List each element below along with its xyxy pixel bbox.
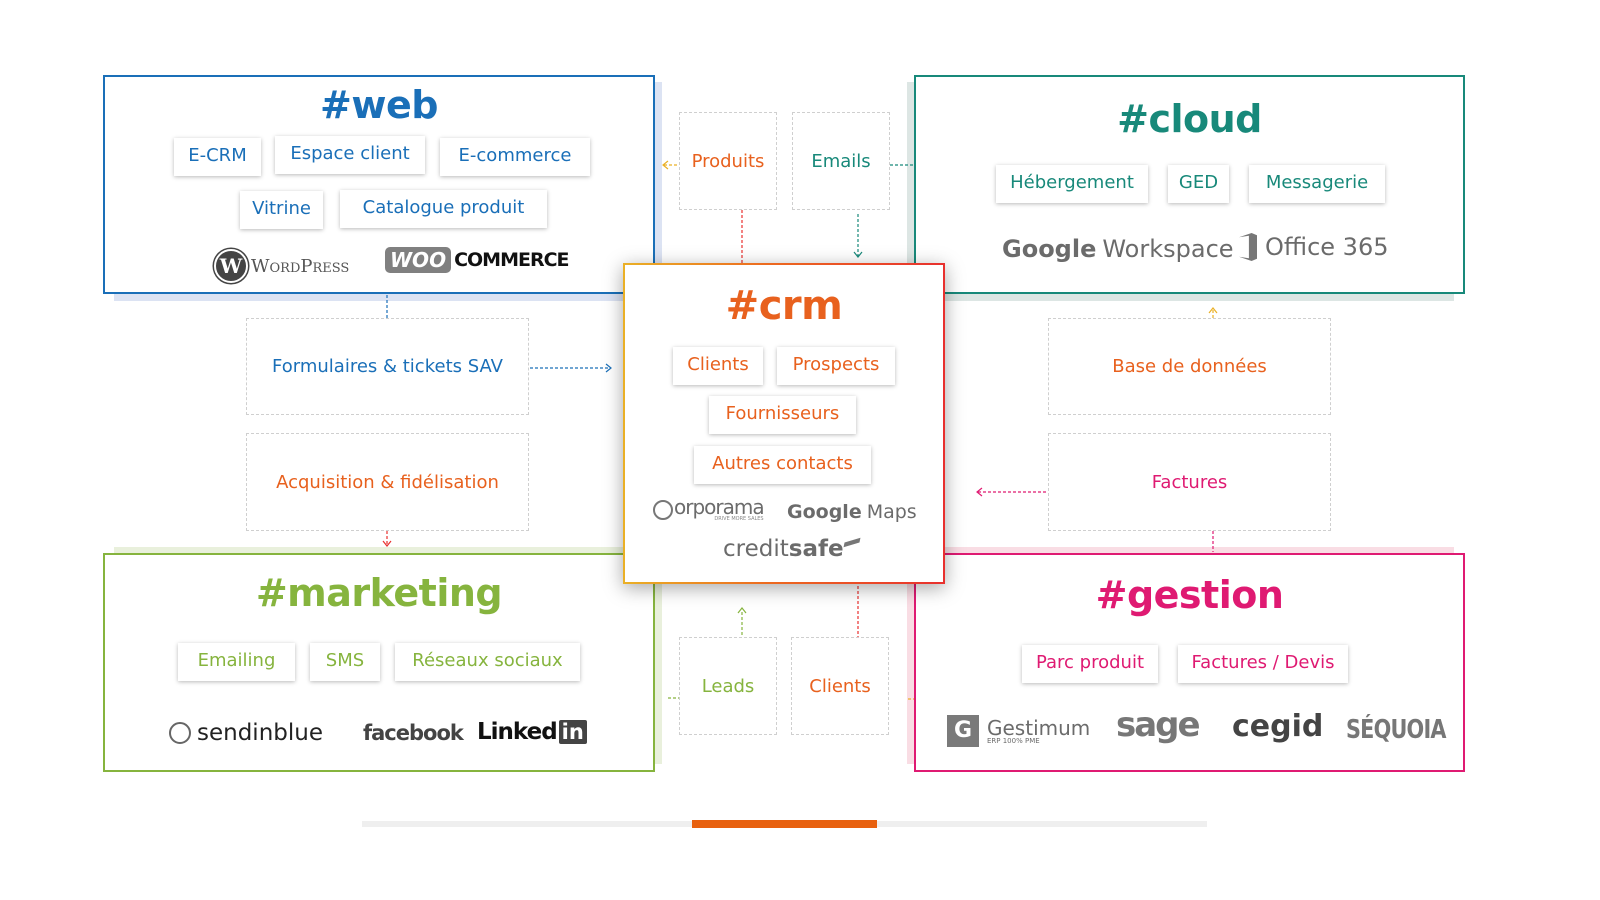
cloud-tag-hebergement: Hébergement: [996, 165, 1148, 203]
flow-acquisition: Acquisition & fidélisation: [246, 433, 529, 531]
gestion-title: #gestion: [1095, 573, 1284, 617]
gestimum-text: Gestimum ERP 100% PME: [987, 715, 1091, 745]
crm-panel: #crm Clients Prospects Fournisseurs Autr…: [623, 263, 945, 584]
flow-base-donnees-label: Base de données: [1112, 356, 1267, 377]
sendinblue-icon: [169, 722, 191, 744]
gestimum-badge: G: [947, 715, 979, 747]
crm-title: #crm: [725, 283, 843, 329]
office-icon: [1239, 233, 1257, 261]
crm-tag-fournisseurs: Fournisseurs: [709, 396, 856, 434]
web-panel: #web E-CRM Espace client E-commerce Vitr…: [103, 75, 655, 294]
slide-progress-thumb[interactable]: [692, 820, 877, 828]
web-tag-catalogue: Catalogue produit: [340, 190, 547, 228]
flow-factures: Factures: [1048, 433, 1331, 531]
creditsafe-logo: credit safe: [723, 536, 861, 562]
flow-emails-label: Emails: [811, 150, 871, 172]
wordpress-logo: W WordPress: [214, 249, 349, 283]
flow-leads-label: Leads: [701, 675, 755, 697]
flow-acquisition-label: Acquisition & fidélisation: [276, 471, 499, 493]
crm-tag-clients: Clients: [673, 347, 763, 385]
flow-formulaires: Formulaires & tickets SAV: [246, 318, 529, 415]
sage-logo: sage: [1116, 705, 1201, 745]
web-tag-vitrine: Vitrine: [240, 191, 323, 229]
woocommerce-logo: WOO COMMERCE: [385, 247, 570, 273]
flow-produits: Produits: [679, 112, 777, 210]
web-title: #web: [320, 83, 438, 127]
gestion-tag-factures-devis: Factures / Devis: [1178, 645, 1348, 683]
gestimum-logo: G Gestimum ERP 100% PME: [947, 715, 1090, 747]
web-tag-espace-client: Espace client: [275, 136, 425, 174]
cegid-logo: cegid: [1232, 709, 1324, 744]
creditsafe-swoosh-icon: [843, 537, 861, 547]
wordpress-icon: W: [214, 249, 248, 283]
flow-factures-label: Factures: [1151, 471, 1228, 493]
flow-clients: Clients: [791, 637, 889, 735]
marketing-tag-emailing: Emailing: [178, 643, 295, 681]
flow-formulaires-label: Formulaires & tickets SAV: [272, 356, 503, 377]
corporama-text: orporama DRIVE MORE SALES: [674, 495, 765, 522]
flow-produits-label: Produits: [691, 150, 765, 172]
crm-tag-autres-contacts: Autres contacts: [694, 446, 871, 484]
web-tag-ecommerce: E-commerce: [440, 138, 590, 176]
cloud-panel: #cloud Hébergement GED Messagerie Google…: [914, 75, 1465, 294]
google-maps-logo: Google Maps: [787, 501, 917, 523]
gestion-tag-parc: Parc produit: [1022, 645, 1158, 683]
sequoia-logo: SÉQUOIA: [1346, 715, 1446, 745]
corporama-icon: [653, 499, 673, 520]
marketing-tag-reseaux: Réseaux sociaux: [395, 643, 580, 681]
linkedin-logo: Linked in: [477, 719, 587, 745]
marketing-title: #marketing: [255, 571, 503, 615]
woo-badge: WOO: [385, 247, 452, 273]
flow-leads: Leads: [679, 637, 777, 735]
flow-clients-label: Clients: [809, 675, 871, 697]
cloud-title: #cloud: [1117, 97, 1262, 141]
cloud-tag-messagerie: Messagerie: [1249, 165, 1385, 203]
corporama-logo: orporama DRIVE MORE SALES: [653, 495, 765, 522]
google-workspace-logo: Google Workspace: [1002, 235, 1234, 263]
crm-tag-prospects: Prospects: [777, 347, 895, 385]
sendinblue-logo: sendinblue: [169, 720, 323, 746]
flow-base-donnees: Base de données: [1048, 318, 1331, 415]
gestion-panel: #gestion Parc produit Factures / Devis G…: [914, 553, 1465, 772]
cloud-tag-ged: GED: [1168, 165, 1229, 203]
linkedin-badge: in: [558, 720, 587, 744]
web-tag-ecrm: E-CRM: [174, 138, 261, 176]
flow-emails: Emails: [792, 112, 890, 210]
marketing-panel: #marketing Emailing SMS Réseaux sociaux …: [103, 553, 655, 772]
office365-logo: Office 365: [1239, 233, 1389, 261]
marketing-tag-sms: SMS: [310, 643, 380, 681]
crm-content: #crm Clients Prospects Fournisseurs Autr…: [625, 265, 943, 582]
facebook-logo: facebook: [363, 721, 464, 745]
